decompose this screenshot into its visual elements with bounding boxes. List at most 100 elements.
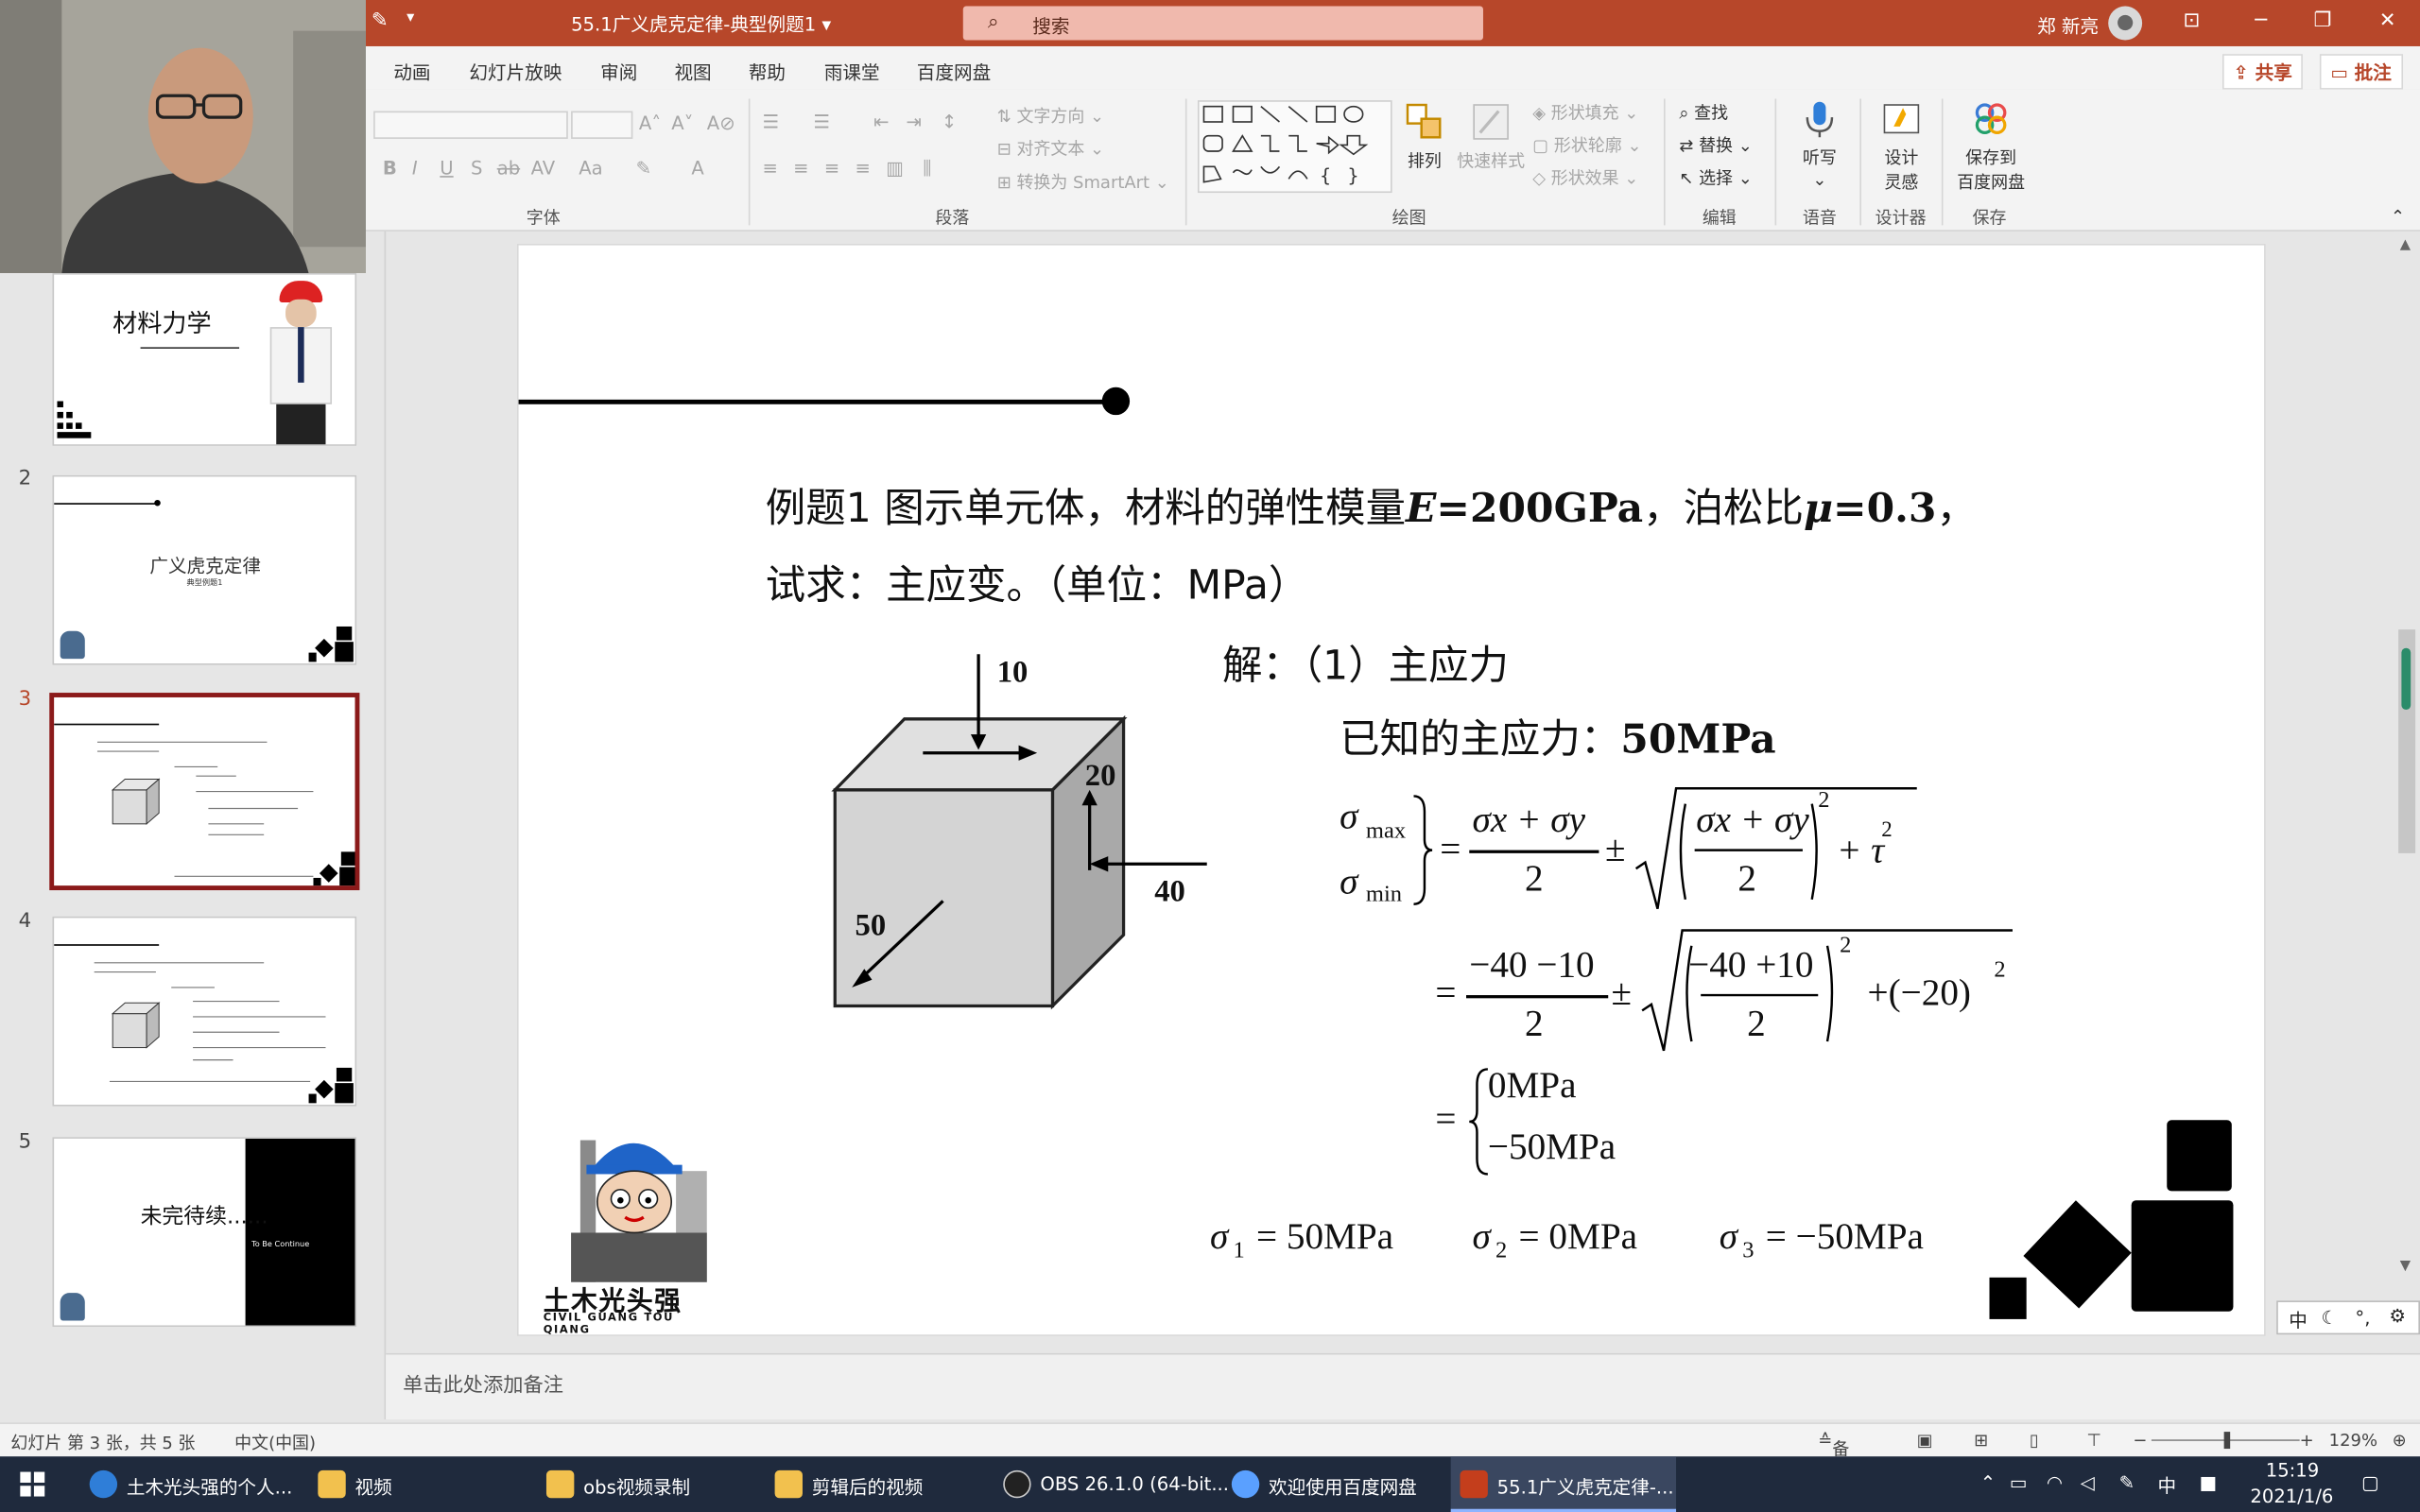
distribute-icon[interactable]: ▥ <box>886 158 904 180</box>
decrease-indent-icon[interactable]: ⇤ <box>873 112 889 133</box>
tab-baidu-netdisk[interactable]: 百度网盘 <box>917 59 991 85</box>
design-ideas-button[interactable]: 设计 灵感 <box>1871 98 1932 194</box>
dictate-button[interactable]: 听写 ⌄ <box>1790 98 1849 190</box>
tab-slideshow[interactable]: 幻灯片放映 <box>469 59 562 85</box>
tab-animation[interactable]: 动画 <box>393 59 430 85</box>
input-language[interactable]: 中 <box>2157 1472 2176 1499</box>
increase-indent-icon[interactable]: ⇥ <box>906 112 921 133</box>
text-direction-button[interactable]: ⇅ 文字方向 ⌄ <box>997 103 1104 128</box>
columns-icon[interactable]: ⫼ <box>923 158 931 180</box>
moon-icon[interactable]: ☾ <box>2322 1307 2339 1329</box>
taskbar-item-edited-folder[interactable]: 剪辑后的视频 <box>766 1456 991 1512</box>
notifications-icon[interactable]: ▢ <box>2361 1472 2379 1494</box>
tab-help[interactable]: 帮助 <box>749 59 786 85</box>
shape-effects-button[interactable]: ◇ 形状效果 ⌄ <box>1532 165 1638 190</box>
numbering-icon[interactable]: ☰ <box>813 112 830 133</box>
italic-icon[interactable]: I <box>412 158 418 180</box>
tab-rain-classroom[interactable]: 雨课堂 <box>824 59 880 85</box>
grow-font-icon[interactable]: A˄ <box>639 112 661 134</box>
language-indicator[interactable]: 中文(中国) <box>234 1430 316 1454</box>
save-to-netdisk-button[interactable]: 保存到 百度网盘 <box>1951 98 2031 194</box>
quick-access-icon[interactable]: ✎ <box>364 9 395 32</box>
ime-tray-icon[interactable]: ■ <box>2200 1472 2218 1494</box>
taskbar-item-baidu[interactable]: 欢迎使用百度网盘 <box>1222 1456 1447 1512</box>
taskbar-item-powerpoint[interactable]: 55.1广义虎克定律-... <box>1450 1456 1677 1512</box>
slide-canvas[interactable]: 例题1 图示单元体，材料的弹性模量E=200GPa，泊松比μ=0.3， 试求：主… <box>516 243 2266 1336</box>
select-button[interactable]: ↖ 选择 ⌄ <box>1679 165 1752 190</box>
notes-pane[interactable]: 单击此处添加备注 <box>386 1352 2420 1420</box>
font-size-select[interactable] <box>571 111 633 139</box>
slide-thumbnail-1[interactable]: 材料力学 <box>52 272 357 446</box>
scroll-down-icon[interactable]: ▼ <box>2400 1259 2411 1274</box>
replace-button[interactable]: ⇄ 替换 ⌄ <box>1679 132 1752 157</box>
align-right-icon[interactable]: ≡ <box>824 158 839 180</box>
battery-icon[interactable]: ▭ <box>2010 1472 2028 1494</box>
notes-toggle-button[interactable]: ≙ 备注 <box>1818 1430 1849 1484</box>
clock-time[interactable]: 15:19 <box>2266 1459 2319 1481</box>
bold-icon[interactable]: B <box>383 158 397 180</box>
vertical-scrollbar[interactable]: ▲ ▼ <box>2394 231 2420 1343</box>
fit-to-window-icon[interactable]: ⊕ <box>2393 1430 2407 1450</box>
tab-review[interactable]: 审阅 <box>600 59 637 85</box>
windows-start-icon[interactable] <box>20 1471 45 1497</box>
taskbar-item-obs[interactable]: OBS 26.1.0 (64-bit... <box>994 1456 1229 1512</box>
reading-view-icon[interactable]: ▯ <box>2030 1430 2039 1450</box>
quick-styles-button[interactable]: 快速样式 <box>1454 102 1528 173</box>
font-color-icon[interactable]: A <box>691 158 703 180</box>
underline-icon[interactable]: U <box>440 158 453 180</box>
ime-mode-indicator[interactable]: 中 <box>2289 1307 2308 1333</box>
close-icon[interactable]: ✕ <box>2372 9 2403 32</box>
clear-format-icon[interactable]: A⊘ <box>707 112 735 134</box>
strikethrough-icon[interactable]: ab <box>497 158 520 180</box>
slideshow-icon[interactable]: ⊤ <box>2086 1430 2101 1450</box>
slide-thumbnail-2[interactable]: 广义虎克定律 典型例题1 <box>52 474 357 665</box>
shrink-font-icon[interactable]: A˅ <box>671 112 693 134</box>
comment-button[interactable]: ▭ 批注 <box>2319 54 2403 90</box>
taskbar-item-video-folder[interactable]: 视频 <box>309 1456 534 1512</box>
ribbon-display-icon[interactable]: ⊡ <box>2176 9 2207 32</box>
clock-date[interactable]: 2021/1/6 <box>2250 1486 2333 1507</box>
collapse-ribbon-icon[interactable]: ⌃ <box>2391 207 2405 227</box>
user-name[interactable]: 郑 新亮 <box>2037 12 2099 39</box>
char-spacing-icon[interactable]: AV <box>531 158 556 180</box>
volume-icon[interactable]: ◁ <box>2081 1472 2095 1494</box>
restore-icon[interactable]: ❐ <box>2308 9 2339 32</box>
avatar[interactable]: ● <box>2108 6 2143 41</box>
zoom-in-icon[interactable]: + <box>2300 1430 2314 1450</box>
search-box[interactable]: ⌕ 搜索 <box>962 6 1483 41</box>
share-button[interactable]: ⇪ 共享 <box>2222 54 2304 90</box>
ime-settings-icon[interactable]: ⚙ <box>2389 1305 2406 1327</box>
zoom-slider-thumb[interactable] <box>2223 1432 2231 1450</box>
smartart-button[interactable]: ⊞ 转换为 SmartArt ⌄ <box>997 170 1169 195</box>
shadow-icon[interactable]: S <box>471 158 482 180</box>
network-icon[interactable]: ◠ <box>2047 1472 2063 1494</box>
slide-sorter-icon[interactable]: ⊞ <box>1974 1430 1988 1450</box>
normal-view-icon[interactable]: ▣ <box>1917 1430 1933 1450</box>
line-spacing-icon[interactable]: ↕ <box>942 112 957 133</box>
punctuation-icon[interactable]: °, <box>2355 1307 2370 1329</box>
align-left-icon[interactable]: ≡ <box>763 158 778 180</box>
show-hidden-icons[interactable]: ⌃ <box>1980 1472 1996 1494</box>
shape-fill-button[interactable]: ◈ 形状填充 ⌄ <box>1532 100 1638 125</box>
taskbar-item-obs-folder[interactable]: obs视频录制 <box>537 1456 762 1512</box>
arrange-button[interactable]: 排列 <box>1398 102 1451 173</box>
minimize-icon[interactable]: ─ <box>2246 9 2277 32</box>
highlight-icon[interactable]: ✎ <box>636 158 651 180</box>
pen-icon[interactable]: ✎ <box>2119 1472 2135 1494</box>
shapes-gallery[interactable]: {} <box>1197 100 1392 194</box>
zoom-out-icon[interactable]: − <box>2133 1430 2147 1450</box>
slide-thumbnail-5[interactable]: 未完待续...... To Be Continue <box>52 1137 357 1328</box>
align-center-icon[interactable]: ≡ <box>793 158 808 180</box>
slide-thumbnail-4[interactable] <box>52 916 357 1107</box>
slide-thumbnail-3[interactable] <box>49 693 360 891</box>
ime-toolbar[interactable]: 中 ☾ °, ⚙ <box>2276 1300 2420 1335</box>
taskbar-item-browser[interactable]: 土木光头强的个人... <box>80 1456 305 1512</box>
tab-view[interactable]: 视图 <box>674 59 711 85</box>
justify-icon[interactable]: ≡ <box>855 158 870 180</box>
align-text-button[interactable]: ⊟ 对齐文本 ⌄ <box>997 136 1104 161</box>
find-button[interactable]: ⌕ 查找 <box>1679 100 1728 125</box>
change-case-icon[interactable]: Aa <box>579 158 602 180</box>
zoom-level[interactable]: 129% <box>2329 1430 2377 1450</box>
scroll-up-icon[interactable]: ▲ <box>2400 237 2411 252</box>
document-title[interactable]: 55.1广义虎克定律-典型例题1 ▾ <box>571 10 831 37</box>
